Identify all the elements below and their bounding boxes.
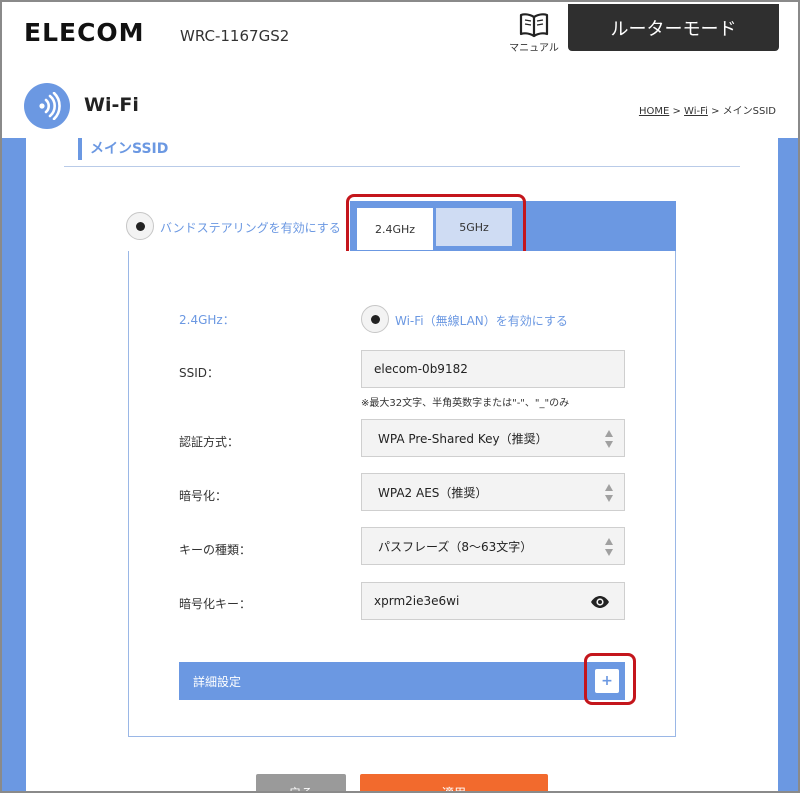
- advanced-settings-label: 詳細設定: [193, 674, 242, 689]
- manual-label: マニュアル: [509, 43, 559, 54]
- page-frame: ELECOM WRC-1167GS2 マニュアル ルーターモード Wi-Fi H…: [0, 0, 800, 793]
- manual-book-icon: [519, 13, 549, 38]
- section-title: メインSSID: [78, 138, 168, 160]
- breadcrumb-home[interactable]: HOME: [639, 106, 669, 117]
- right-side-band: [778, 138, 798, 791]
- breadcrumb-wifi[interactable]: Wi-Fi: [684, 106, 708, 117]
- select-arrows-icon: [605, 538, 613, 556]
- main-content: メインSSID バンドステアリングを有効にする 2.4GHz 5GHz 2.4G…: [26, 138, 778, 791]
- tabs-highlight-box: [346, 194, 526, 259]
- select-arrows-icon: [605, 484, 613, 502]
- left-side-band: [2, 138, 26, 791]
- advanced-settings-bar[interactable]: 詳細設定 +: [179, 662, 625, 700]
- band-steering-label: バンドステアリングを有効にする: [160, 221, 341, 235]
- eye-icon[interactable]: [590, 595, 610, 609]
- breadcrumb-current: メインSSID: [722, 106, 776, 117]
- elecom-logo: ELECOM: [24, 18, 145, 47]
- ssid-input[interactable]: elecom-0b9182: [361, 350, 625, 388]
- key-type-select-value: パスフレーズ（8～63文字）: [378, 539, 533, 554]
- wifi-badge: [24, 83, 70, 129]
- band-steering-option[interactable]: バンドステアリングを有効にする: [126, 212, 350, 244]
- auth-select[interactable]: WPA Pre-Shared Key（推奨）: [361, 419, 625, 457]
- band-steering-radio[interactable]: [126, 212, 154, 240]
- key-type-label: キーの種類：: [179, 543, 252, 557]
- band-label: 2.4GHz：: [179, 313, 235, 327]
- breadcrumb-separator: >: [669, 106, 685, 117]
- radio-dot: [371, 315, 380, 324]
- encryption-label: 暗号化：: [179, 489, 228, 503]
- encryption-key-label: 暗号化キー：: [179, 597, 252, 611]
- breadcrumb: HOME > Wi-Fi > メインSSID: [639, 102, 776, 117]
- back-button[interactable]: 戻る: [256, 774, 346, 791]
- radio-dot: [136, 222, 145, 231]
- ssid-note: ※最大32文字、半角英数字または"-"、"_"のみ: [361, 398, 570, 409]
- wifi-enable-radio[interactable]: [361, 305, 389, 333]
- page-title: Wi-Fi: [84, 94, 139, 116]
- wifi-enable-label: Wi-Fi（無線LAN）を有効にする: [395, 314, 568, 328]
- title-bar: Wi-Fi HOME > Wi-Fi > メインSSID: [2, 80, 798, 138]
- wifi-enable-option[interactable]: Wi-Fi（無線LAN）を有効にする: [361, 305, 621, 335]
- key-type-select[interactable]: パスフレーズ（8～63文字）: [361, 527, 625, 565]
- router-mode-button[interactable]: ルーターモード: [568, 4, 779, 51]
- ssid-label: SSID：: [179, 366, 220, 380]
- encryption-key-input[interactable]: xprm2ie3e6wi: [361, 582, 625, 620]
- breadcrumb-separator: >: [707, 106, 723, 117]
- encryption-select-value: WPA2 AES（推奨）: [378, 485, 488, 500]
- auth-select-value: WPA Pre-Shared Key（推奨）: [378, 431, 548, 446]
- section-divider: [64, 166, 740, 167]
- select-arrows-icon: [605, 430, 613, 448]
- model-name: WRC-1167GS2: [180, 27, 290, 45]
- apply-button[interactable]: 適用: [360, 774, 548, 791]
- encryption-select[interactable]: WPA2 AES（推奨）: [361, 473, 625, 511]
- auth-label: 認証方式：: [179, 435, 240, 449]
- manual-link[interactable]: マニュアル: [508, 12, 560, 54]
- encryption-key-value: xprm2ie3e6wi: [374, 594, 460, 608]
- header: ELECOM WRC-1167GS2 マニュアル ルーターモード: [2, 2, 798, 80]
- plus-highlight-box: [584, 653, 636, 705]
- wifi-signal-icon: [39, 92, 61, 120]
